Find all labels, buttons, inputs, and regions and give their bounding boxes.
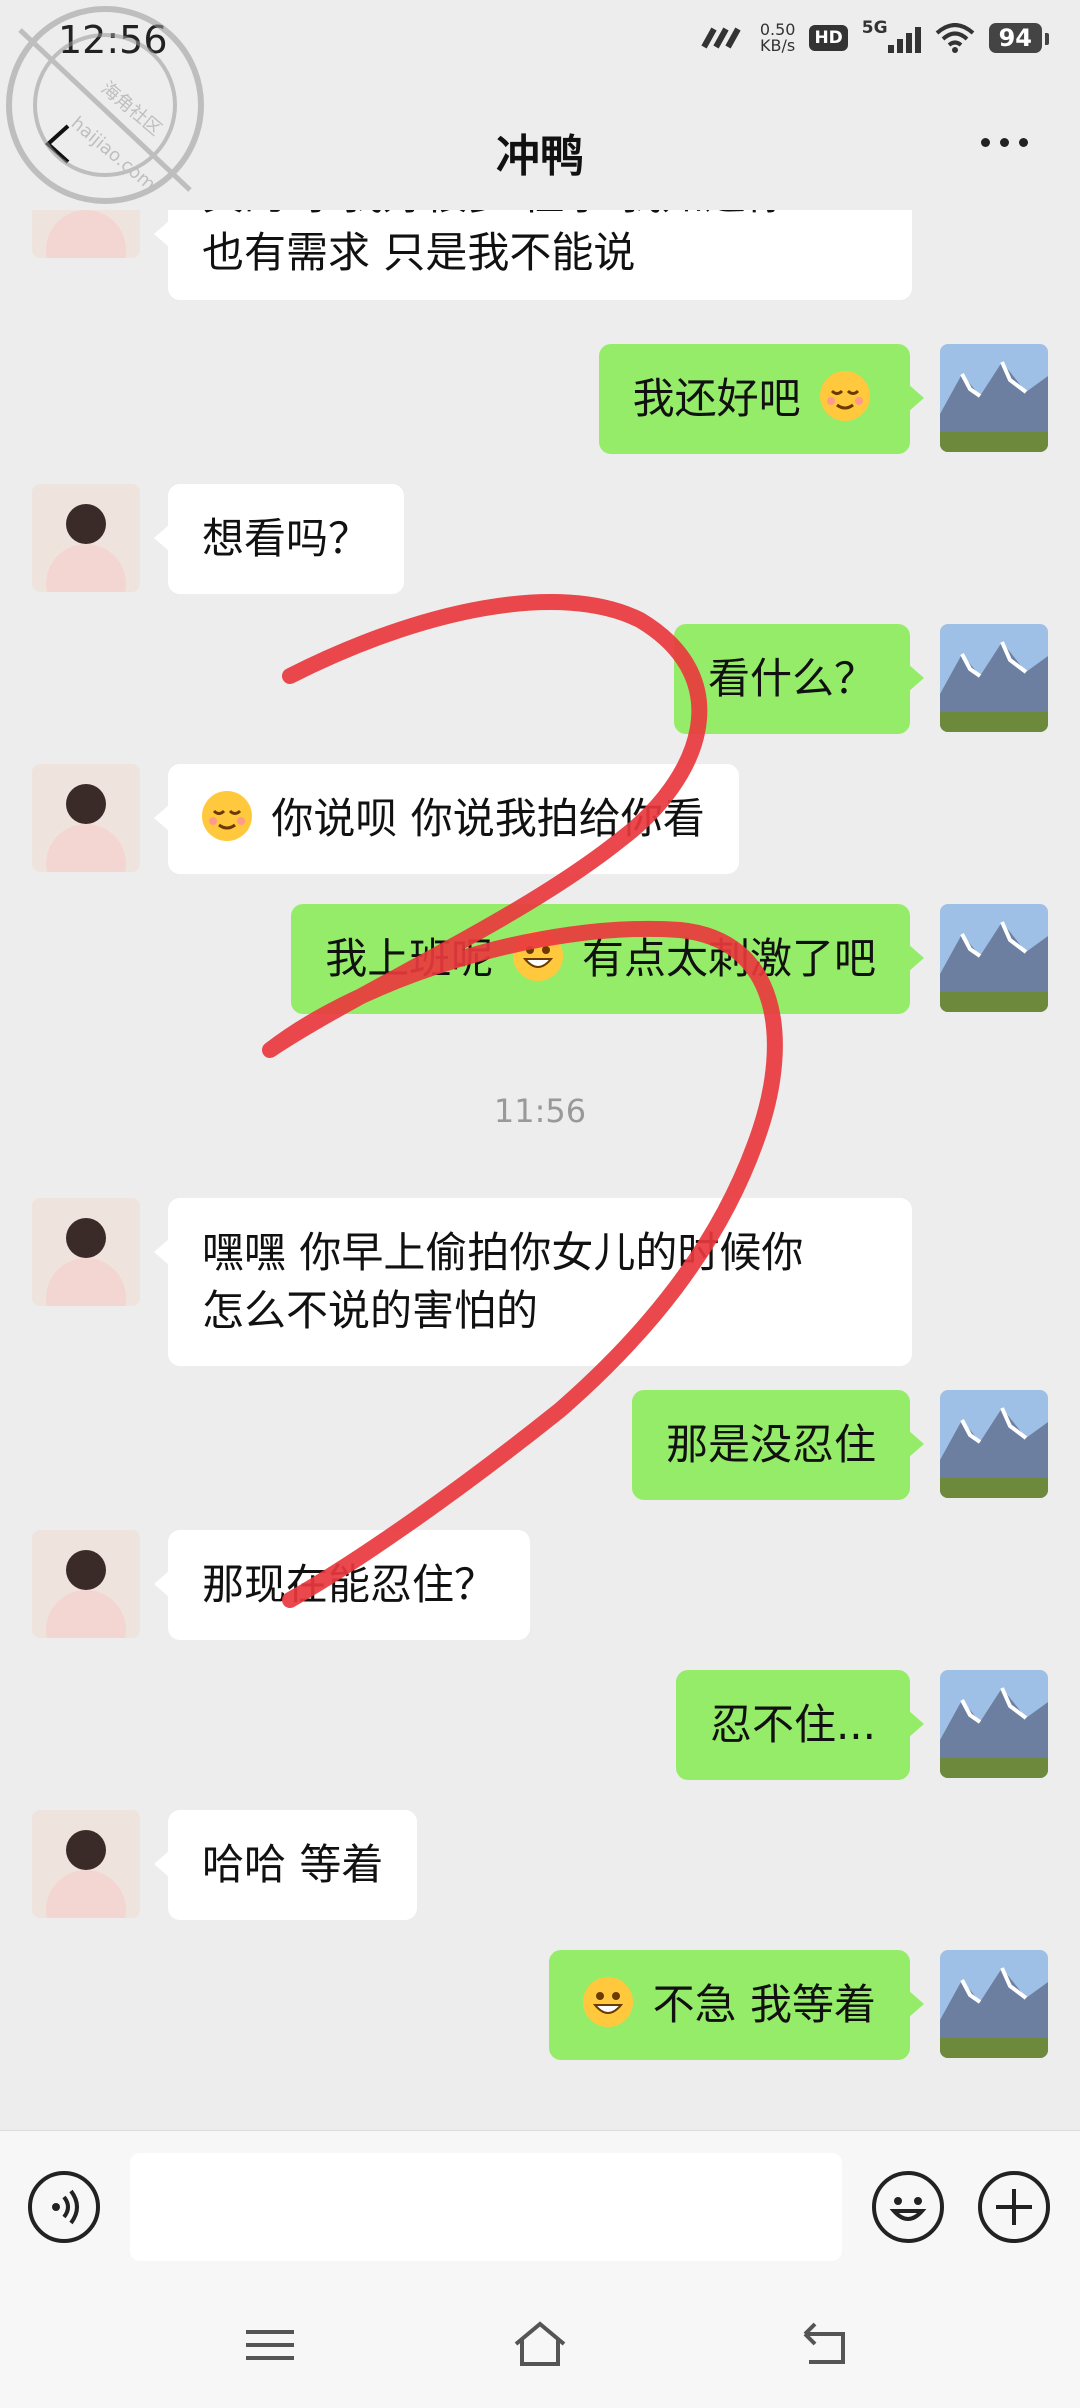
- battery-indicator: 94: [988, 23, 1050, 53]
- my-avatar[interactable]: [940, 624, 1048, 732]
- message-text: 你说呗 你说我拍给你看: [271, 794, 705, 843]
- message-text: 我上班呢: [325, 934, 494, 983]
- network-type: 5G: [861, 18, 888, 38]
- message-text: 真的呀 我好很多 性求 我知道你: [202, 210, 878, 224]
- message-bubble-incoming[interactable]: 那现在能忍住？: [153, 1530, 531, 1640]
- net-speed-unit: KB/s: [760, 36, 796, 55]
- my-avatar[interactable]: [940, 1390, 1048, 1498]
- message-text: 嘿嘿 你早上偷拍你女儿的时候你: [202, 1228, 804, 1277]
- contact-avatar[interactable]: [32, 1810, 140, 1918]
- status-icons: 0.50 KB/s HD 5G 94: [698, 18, 1050, 54]
- message-text: 不急 我等着: [652, 1980, 876, 2029]
- plus-icon[interactable]: [978, 2171, 1050, 2243]
- watermark-logo: 海角社区 haijiao.com: [6, 6, 204, 204]
- hd-badge: HD: [809, 25, 848, 51]
- message-text: 也有需求 只是我不能说: [202, 228, 636, 277]
- back-icon[interactable]: [795, 2320, 855, 2370]
- my-avatar[interactable]: [940, 904, 1048, 1012]
- message-bubble-outgoing[interactable]: 不急 我等着: [549, 1950, 924, 2060]
- message-bubble-incoming[interactable]: 嘿嘿 你早上偷拍你女儿的时候你 怎么不说的害怕的: [154, 1198, 912, 1366]
- message-text: 哈哈 等着: [202, 1840, 384, 1889]
- contact-avatar[interactable]: [32, 484, 140, 592]
- message-bubble-outgoing[interactable]: 我上班呢 有点太刺激了吧: [291, 904, 924, 1014]
- message-text: 我还好吧: [632, 374, 801, 423]
- my-avatar[interactable]: [940, 1670, 1048, 1778]
- input-bar: [0, 2130, 1080, 2280]
- message-text: 那是没忍住: [665, 1420, 876, 1469]
- chat-area[interactable]: 真的呀 我好很多 性求 我知道你 也有需求 只是我不能说 我还好吧 想看吗？ 看…: [0, 210, 1080, 2130]
- wifi-icon: [935, 23, 974, 53]
- contact-avatar[interactable]: [32, 1198, 140, 1306]
- message-text: 想看吗？: [202, 514, 371, 563]
- system-nav-bar: [0, 2280, 1080, 2408]
- message-bubble-incoming[interactable]: 真的呀 我好很多 性求 我知道你 也有需求 只是我不能说: [154, 210, 912, 300]
- message-bubble-outgoing[interactable]: 忍不住...: [675, 1670, 925, 1780]
- my-avatar[interactable]: [940, 1950, 1048, 2058]
- message-bubble-outgoing[interactable]: 那是没忍住: [631, 1390, 925, 1500]
- message-text: 那现在能忍住？: [202, 1560, 497, 1609]
- contact-avatar[interactable]: [32, 1530, 140, 1638]
- message-text: 有点太刺激了吧: [581, 934, 876, 983]
- relieved-face-icon: [820, 371, 870, 421]
- network-activity-icon: [701, 27, 741, 49]
- my-avatar[interactable]: [940, 344, 1048, 452]
- message-bubble-incoming[interactable]: 哈哈 等着: [153, 1810, 418, 1920]
- message-bubble-incoming[interactable]: 你说呗 你说我拍给你看: [154, 764, 739, 874]
- relieved-face-icon: [202, 791, 252, 841]
- message-text: 忍不住...: [709, 1700, 876, 1749]
- smile-icon[interactable]: [872, 2171, 944, 2243]
- home-icon[interactable]: [510, 2320, 570, 2370]
- message-timestamp: 11:56: [493, 1092, 587, 1130]
- message-bubble-incoming[interactable]: 想看吗？: [153, 484, 405, 594]
- signal-icon: [887, 23, 921, 53]
- message-input[interactable]: [130, 2153, 842, 2261]
- message-text: 看什么？: [707, 654, 876, 703]
- net-speed: 0.50 KB/s: [760, 22, 796, 54]
- grin-face-icon: [583, 1977, 634, 2027]
- grin-face-icon: [512, 931, 563, 981]
- message-text: 怎么不说的害怕的: [202, 1286, 539, 1335]
- voice-icon[interactable]: [28, 2171, 100, 2243]
- more-dots-icon[interactable]: [981, 138, 1028, 147]
- menu-icon[interactable]: [240, 2320, 300, 2370]
- message-bubble-outgoing[interactable]: 我还好吧: [598, 344, 925, 454]
- contact-avatar[interactable]: [32, 764, 140, 872]
- message-bubble-outgoing[interactable]: 看什么？: [673, 624, 925, 734]
